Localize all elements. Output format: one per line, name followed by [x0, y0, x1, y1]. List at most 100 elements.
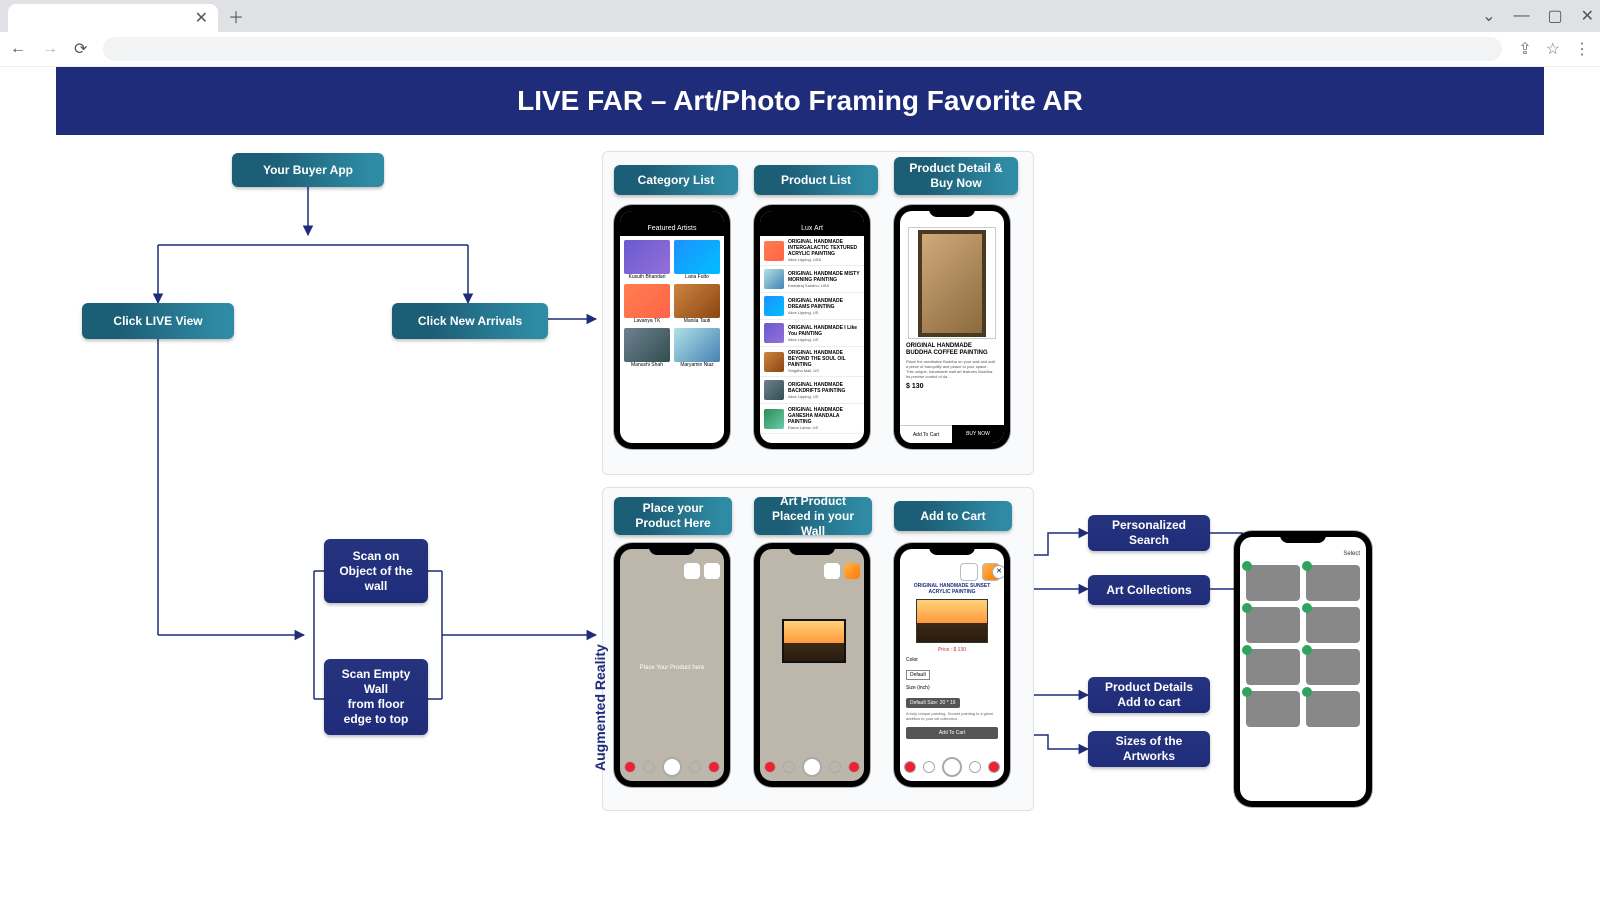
- phone-ar-addcart: ✕ ORIGINAL HANDMADE SUNSET ACRYLIC PAINT…: [894, 543, 1010, 787]
- reload-icon[interactable]: ⟳: [74, 39, 87, 59]
- art-tile[interactable]: [1306, 649, 1360, 685]
- ar-toolbar-icon[interactable]: [824, 563, 840, 579]
- ar-color-label: Color: [906, 657, 998, 663]
- callout-personalized-search: Personalized Search: [1088, 515, 1210, 551]
- cam-icon[interactable]: [988, 761, 1000, 773]
- product-row[interactable]: ORIGINAL HANDMADE MISTY MORNING PAINTING…: [760, 266, 864, 293]
- ar-cart-title: ORIGINAL HANDMADE SUNSET ACRYLIC PAINTIN…: [906, 583, 998, 595]
- forward-icon[interactable]: →: [42, 40, 58, 58]
- artist-thumb: [624, 284, 670, 318]
- product-title: ORIGINAL HANDMADE GANESHA MANDALA PAINTI…: [788, 407, 860, 425]
- artist-name: Lavanya TK: [624, 318, 670, 324]
- art-tile[interactable]: [1246, 607, 1300, 643]
- ar-toolbar-icon[interactable]: [960, 563, 978, 581]
- node-new-arrivals: Click New Arrivals: [392, 303, 548, 339]
- shutter-icon[interactable]: [802, 757, 822, 777]
- product-title: ORIGINAL HANDMADE MISTY MORNING PAINTING: [788, 271, 860, 283]
- product-thumb: [764, 380, 784, 400]
- cam-icon[interactable]: [969, 761, 981, 773]
- art-tile[interactable]: [1306, 565, 1360, 601]
- ar-product-chip[interactable]: [844, 563, 860, 579]
- browser-tabstrip: ✕ ＋ ⌄ — ▢ ✕: [0, 0, 1600, 32]
- close-icon[interactable]: ✕: [992, 565, 1004, 579]
- product-row[interactable]: ORIGINAL HANDMADE I Like You PAINTINGAli…: [760, 320, 864, 347]
- art-tile[interactable]: [1246, 649, 1300, 685]
- art-tile[interactable]: [1306, 607, 1360, 643]
- product-subtitle: Snigdha Mall, US: [788, 368, 860, 373]
- select-grid: [1240, 559, 1366, 733]
- artist-name: Maryamin Niaz: [674, 362, 720, 368]
- product-row[interactable]: ORIGINAL HANDMADE BACKDRIFTS PAINTINGAli…: [760, 377, 864, 404]
- artist-thumb: [624, 328, 670, 362]
- label-place-product: Place your Product Here: [614, 497, 732, 535]
- ar-toolbar-icon[interactable]: [684, 563, 700, 579]
- cam-icon[interactable]: [848, 761, 860, 773]
- detail-title: ORIGINAL HANDMADE BUDDHA COFFEE PAINTING: [906, 343, 998, 357]
- artist-name: Manila Tauti: [674, 318, 720, 324]
- artist-name: Kusuth Bhandari: [624, 274, 670, 280]
- detail-desc: Place the meditative Buddha on your wall…: [906, 359, 998, 369]
- share-icon[interactable]: ⇪: [1518, 39, 1531, 59]
- product-thumb: [764, 269, 784, 289]
- maximize-icon[interactable]: ▢: [1547, 6, 1562, 26]
- product-hero-image: [918, 230, 986, 337]
- product-title: ORIGINAL HANDMADE BACKDRIFTS PAINTING: [788, 382, 860, 394]
- buy-now-button[interactable]: BUY NOW: [952, 425, 1004, 443]
- browser-toolbar: ← → ⟳ ⇪ ☆ ⋮: [0, 32, 1600, 67]
- address-bar[interactable]: [103, 37, 1502, 61]
- product-thumb: [764, 323, 784, 343]
- ar-size-value[interactable]: Default Size: 20 * 16: [906, 698, 960, 708]
- node-buyer-app: Your Buyer App: [232, 153, 384, 187]
- product-subtitle: Alice Lipping, USA: [788, 257, 860, 262]
- cam-icon[interactable]: [783, 761, 795, 773]
- product-thumb: [764, 409, 784, 429]
- artist-thumb: [674, 284, 720, 318]
- label-category-list: Category List: [614, 165, 738, 195]
- cam-icon[interactable]: [829, 761, 841, 773]
- ar-price: Price : $ 130: [906, 647, 998, 653]
- detail-desc2: This unique, handmade wall art features …: [906, 369, 998, 379]
- phone-product-list: Lux Art ORIGINAL HANDMADE INTERGALACTIC …: [754, 205, 870, 449]
- close-window-icon[interactable]: ✕: [1581, 6, 1594, 26]
- callout-sizes: Sizes of the Artworks: [1088, 731, 1210, 767]
- star-icon[interactable]: ☆: [1546, 39, 1560, 59]
- close-tab-icon[interactable]: ✕: [195, 8, 208, 28]
- art-tile[interactable]: [1246, 691, 1300, 727]
- window-controls: ⌄ — ▢ ✕: [1482, 0, 1594, 32]
- select-label[interactable]: Select: [1240, 549, 1366, 559]
- art-tile[interactable]: [1306, 691, 1360, 727]
- ar-color-value[interactable]: Default: [906, 670, 930, 680]
- product-subtitle: Kamalraj Sandhu, USA: [788, 283, 860, 288]
- kebab-icon[interactable]: ⋮: [1574, 39, 1590, 59]
- ar-hint: Place Your Product here: [620, 665, 724, 671]
- browser-tab[interactable]: ✕: [8, 4, 218, 32]
- phone-category-list: Featured Artists Kusuth Bhandari Lana Fu…: [614, 205, 730, 449]
- new-tab-icon[interactable]: ＋: [228, 4, 244, 28]
- cam-icon[interactable]: [643, 761, 655, 773]
- artist-name: Lana Fulto: [674, 274, 720, 280]
- ar-toolbar-icon[interactable]: [704, 563, 720, 579]
- phone-product-detail: ORIGINAL HANDMADE BUDDHA COFFEE PAINTING…: [894, 205, 1010, 449]
- ar-addcart-button[interactable]: Add To Cart: [906, 727, 998, 739]
- product-subtitle: Alice Lipping, US: [788, 337, 860, 342]
- ar-vertical-label: Augmented Reality: [592, 644, 608, 771]
- back-icon[interactable]: ←: [10, 40, 26, 58]
- product-row[interactable]: ORIGINAL HANDMADE GANESHA MANDALA PAINTI…: [760, 404, 864, 434]
- cam-icon[interactable]: [923, 761, 935, 773]
- minimize-icon[interactable]: —: [1513, 7, 1529, 25]
- shutter-icon[interactable]: [662, 757, 682, 777]
- product-row[interactable]: ORIGINAL HANDMADE INTERGALACTIC TEXTURED…: [760, 236, 864, 266]
- cam-icon[interactable]: [708, 761, 720, 773]
- cam-close-icon[interactable]: [764, 761, 776, 773]
- art-tile[interactable]: [1246, 565, 1300, 601]
- callout-art-collections: Art Collections: [1088, 575, 1210, 605]
- cam-icon[interactable]: [689, 761, 701, 773]
- chevron-down-icon[interactable]: ⌄: [1482, 6, 1495, 26]
- cam-close-icon[interactable]: [904, 761, 916, 773]
- product-row[interactable]: ORIGINAL HANDMADE DREAMS PAINTINGAlice L…: [760, 293, 864, 320]
- product-row[interactable]: ORIGINAL HANDMADE BEYOND THE SOUL OIL PA…: [760, 347, 864, 377]
- cam-close-icon[interactable]: [624, 761, 636, 773]
- product-title: ORIGINAL HANDMADE I Like You PAINTING: [788, 325, 860, 337]
- shutter-icon[interactable]: [942, 757, 962, 777]
- add-to-cart-button[interactable]: Add To Cart: [900, 425, 952, 443]
